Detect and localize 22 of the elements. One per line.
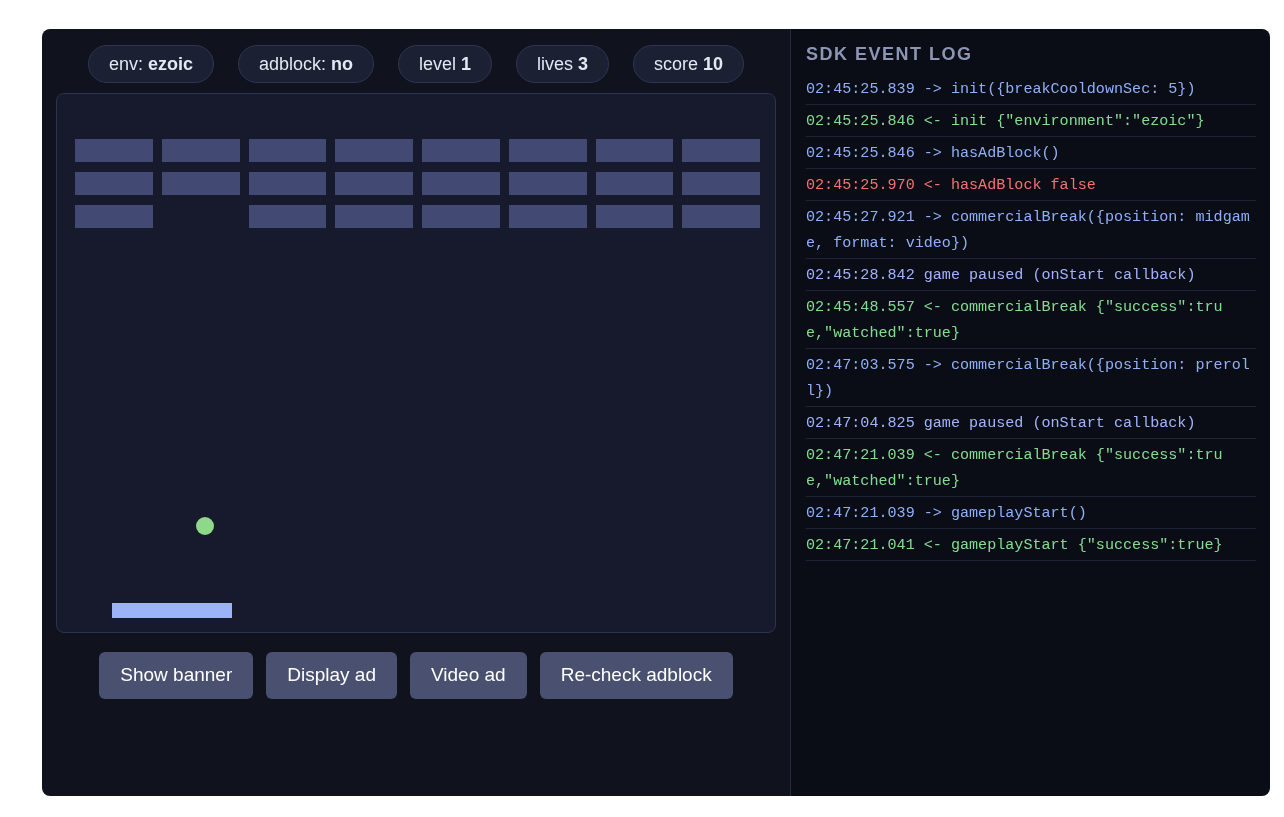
log-entry: 02:47:21.039 <- commercialBreak {"success":true,"watched":true} (806, 439, 1256, 497)
log-entry: 02:45:28.842 game paused (onStart callback) (806, 259, 1256, 291)
stat-indicator: level 1 (398, 45, 493, 83)
action-button[interactable]: Video ad (410, 652, 527, 699)
stat-indicator: adblock: no (237, 45, 374, 83)
log-entry: 02:47:21.041 <- gameplayStart {"success":true} (806, 529, 1256, 561)
log-entry: 02:45:25.970 <- hasAdBlock false (806, 169, 1256, 201)
log-entry: 02:47:03.575 -> commercialBreak({position: preroll}) (806, 349, 1256, 407)
log-entry: 02:45:48.557 <- commercialBreak {"success":true,"watched":true} (806, 291, 1256, 349)
action-button[interactable]: Show banner (99, 652, 254, 699)
log-title: SDK EVENT LOG (806, 43, 974, 66)
action-button[interactable]: Re-check adblock (539, 652, 733, 699)
stat-indicator: lives 3 (516, 45, 610, 83)
log-entry: 02:45:25.846 -> hasAdBlock() (806, 137, 1256, 169)
log-entry: 02:45:25.839 -> init({breakCooldownSec: 5}) (806, 73, 1256, 105)
log-entry: 02:47:04.825 game paused (onStart callback) (806, 407, 1256, 439)
log-entry: 02:45:27.921 -> commercialBreak({position: midgame, format: video}) (806, 201, 1256, 259)
log-entry: 02:45:25.846 <- init {"environment":"ezoic"} (806, 105, 1256, 137)
stat-indicator: score 10 (633, 45, 745, 83)
stat-indicator: env: ezoic (87, 45, 214, 83)
action-button[interactable]: Display ad (266, 652, 397, 699)
log-entry: 02:47:21.039 -> gameplayStart() (806, 497, 1256, 529)
